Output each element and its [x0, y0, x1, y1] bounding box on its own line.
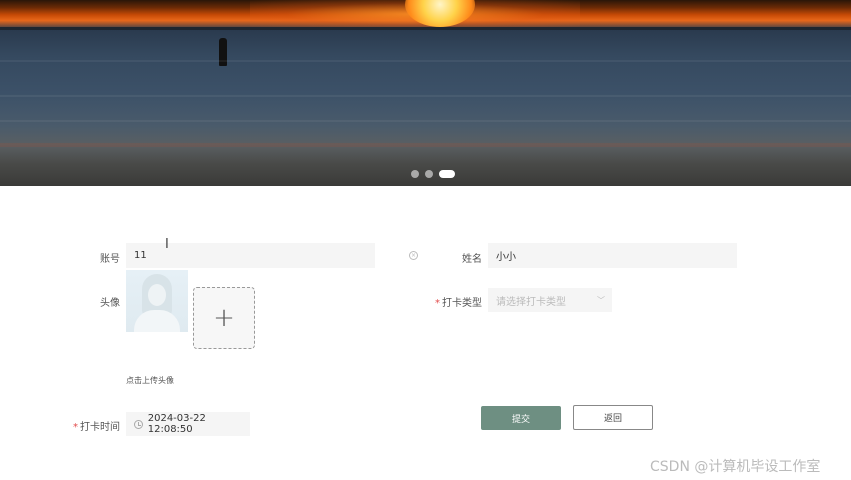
avatar-image[interactable] — [126, 270, 188, 332]
wave-line — [0, 95, 851, 97]
avatar-upload-hint[interactable]: 点击上传头像 — [126, 375, 174, 386]
wave-line — [0, 120, 851, 122]
submit-button[interactable]: 提交 — [481, 406, 561, 430]
horizon-line — [0, 27, 851, 30]
checkin-time-picker[interactable]: 2024-03-22 12:08:50 — [126, 412, 250, 436]
carousel-dot-2[interactable] — [425, 170, 433, 178]
account-input[interactable]: 11 — [126, 243, 375, 268]
back-button[interactable]: 返回 — [573, 405, 653, 430]
clear-icon[interactable]: × — [409, 251, 418, 260]
checkin-type-label: * 打卡类型 — [420, 294, 482, 309]
name-value: 小小 — [496, 252, 516, 263]
avatar-upload-button[interactable]: + — [193, 287, 255, 349]
name-input[interactable]: 小小 — [488, 243, 737, 268]
plus-icon: + — [213, 303, 235, 333]
checkin-time-value: 2024-03-22 12:08:50 — [147, 413, 206, 435]
checkin-type-placeholder: 请选择打卡类型 — [496, 296, 566, 308]
checkin-time-label-text: 打卡时间 — [80, 422, 120, 433]
chevron-down-icon: ﹀ — [597, 296, 605, 305]
account-value: 11 — [134, 250, 147, 261]
text-cursor-icon: I — [165, 237, 169, 252]
avatar-face — [148, 284, 166, 306]
carousel-dot-3[interactable] — [439, 170, 455, 178]
avatar-label: 头像 — [100, 298, 120, 309]
account-label: 账号 — [100, 254, 120, 265]
name-label: 姓名 — [462, 254, 482, 265]
carousel-dot-1[interactable] — [411, 170, 419, 178]
checkin-time-label: * 打卡时间 — [64, 418, 120, 433]
clock-icon — [134, 419, 143, 429]
required-mark: * — [73, 422, 78, 433]
wave-line — [0, 60, 851, 62]
required-mark: * — [435, 298, 440, 309]
avatar-body — [134, 310, 180, 332]
checkin-type-select[interactable]: 请选择打卡类型 — [488, 288, 612, 312]
carousel-indicators — [411, 170, 455, 178]
carousel-banner[interactable] — [0, 0, 851, 186]
watermark: CSDN @计算机毕设工作室 — [650, 459, 821, 475]
checkin-type-label-text: 打卡类型 — [442, 298, 482, 309]
wave-line — [0, 143, 851, 147]
